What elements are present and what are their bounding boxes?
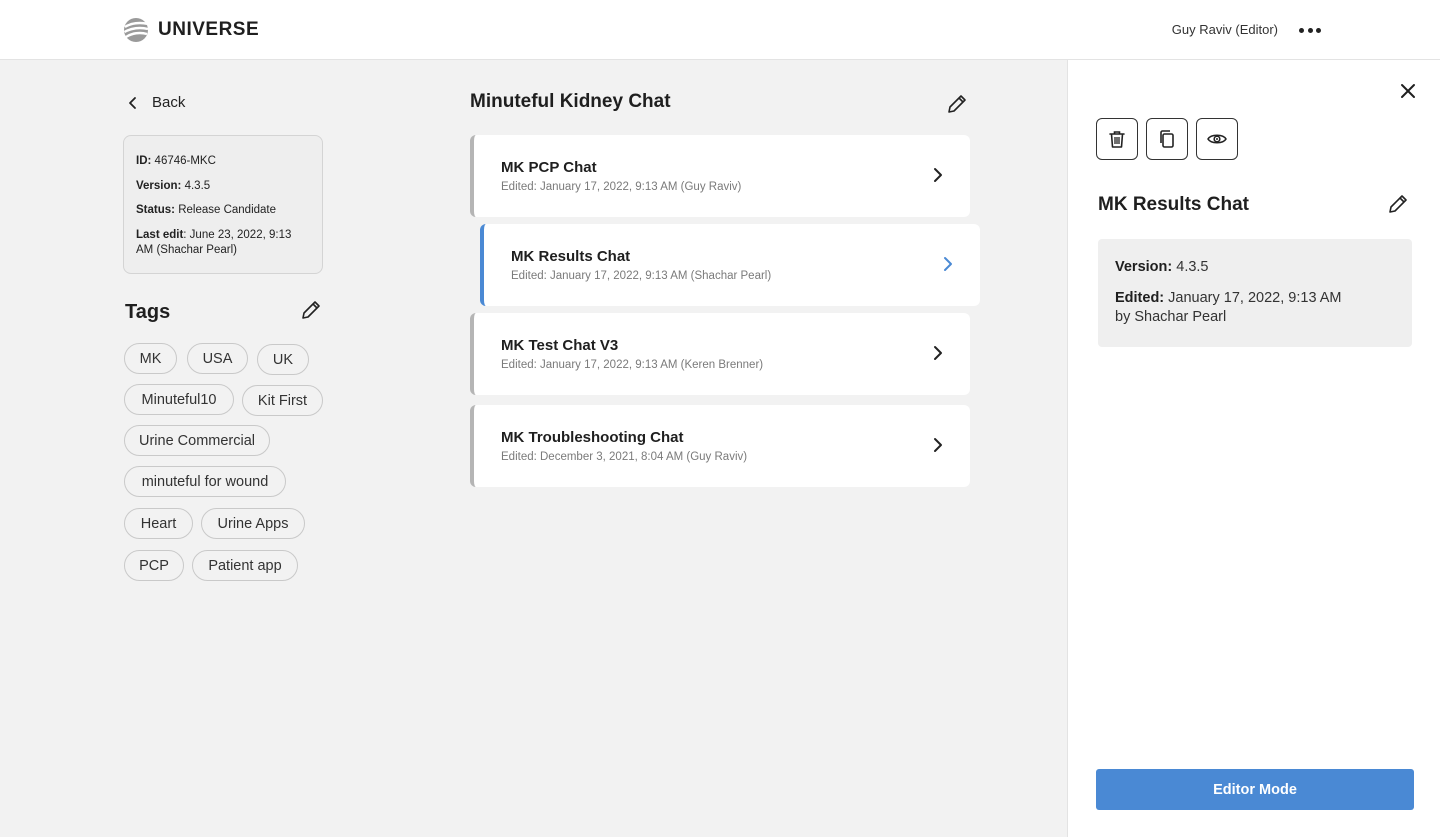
brand-name: UNIVERSE	[158, 19, 260, 40]
version-label: Version:	[136, 179, 182, 192]
pencil-icon[interactable]	[300, 299, 322, 321]
detail-edited: Edited: January 17, 2022, 9:13 AM by Sha…	[1115, 289, 1395, 327]
tag-chip[interactable]: MK	[124, 343, 177, 374]
chat-name: MK Test Chat V3	[501, 337, 619, 354]
tag-chip[interactable]: Minuteful10	[124, 384, 234, 415]
chat-name: MK Results Chat	[511, 248, 631, 265]
close-icon[interactable]	[1398, 81, 1418, 101]
current-user[interactable]: Guy Raviv (Editor)	[1172, 22, 1278, 37]
pencil-icon[interactable]	[946, 93, 968, 115]
tags-heading: Tags	[125, 301, 171, 323]
detail-version: Version: 4.3.5	[1115, 258, 1395, 277]
tag-chip[interactable]: Urine Commercial	[124, 425, 270, 456]
delete-button[interactable]	[1096, 118, 1138, 160]
universe-logo-icon	[123, 18, 149, 42]
chevron-right-icon	[934, 438, 942, 452]
top-bar: UNIVERSE Guy Raviv (Editor)	[0, 0, 1440, 60]
id-value: 46746-MKC	[154, 155, 216, 167]
status-label: Status:	[136, 204, 175, 216]
info-id: ID: 46746-MKC	[136, 154, 310, 169]
info-last-edit: Last edit: June 23, 2022, 9:13 AM (Shach…	[136, 228, 310, 258]
tag-chip[interactable]: Kit First	[242, 385, 323, 416]
chevron-right-icon	[934, 168, 942, 182]
tag-chip[interactable]: minuteful for wound	[124, 466, 286, 497]
editor-mode-button[interactable]: Editor Mode	[1096, 769, 1414, 810]
version-value: 4.3.5	[184, 179, 211, 192]
brand-logo[interactable]: UNIVERSE	[122, 16, 259, 44]
chat-edited-meta: Edited: January 17, 2022, 9:13 AM (Shach…	[511, 270, 772, 282]
chevron-right-icon	[944, 257, 952, 271]
dot	[1299, 27, 1304, 33]
chat-name: MK Troubleshooting Chat	[501, 429, 684, 446]
trash-icon	[1109, 131, 1125, 148]
copy-icon	[1160, 130, 1174, 148]
tag-chip[interactable]: Heart	[124, 508, 193, 539]
chat-edited-meta: Edited: January 17, 2022, 9:13 AM (Keren…	[501, 359, 764, 371]
dot	[1307, 27, 1313, 33]
panel-chat-title: MK Results Chat	[1098, 194, 1249, 215]
eye-icon	[1207, 134, 1227, 144]
detail-version-value: 4.3.5	[1176, 259, 1209, 275]
detail-edited-by: by Shachar Pearl	[1115, 309, 1227, 325]
detail-version-label: Version:	[1115, 259, 1173, 275]
pencil-icon[interactable]	[1387, 193, 1409, 215]
chat-edited-meta: Edited: January 17, 2022, 9:13 AM (Guy R…	[501, 181, 742, 193]
detail-edited-label: Edited:	[1115, 290, 1165, 306]
chat-detail-panel: MK Results Chat Version: 4.3.5 Edited: J…	[1067, 60, 1440, 837]
detail-edited-value: January 17, 2022, 9:13 AM	[1168, 290, 1342, 306]
preview-button[interactable]	[1196, 118, 1238, 160]
tag-chip[interactable]: UK	[257, 344, 309, 375]
back-button[interactable]: Back	[126, 94, 185, 111]
status-value: Release Candidate	[178, 204, 277, 216]
last-edit-label: Last edit	[136, 228, 184, 241]
tag-chip[interactable]: USA	[187, 343, 248, 374]
chevron-left-icon	[129, 96, 136, 109]
chat-card[interactable]: MK PCP Chat Edited: January 17, 2022, 9:…	[470, 135, 970, 217]
chat-card[interactable]: MK Test Chat V3 Edited: January 17, 2022…	[470, 313, 970, 395]
tag-chip[interactable]: PCP	[124, 550, 184, 581]
chevron-right-icon	[934, 346, 942, 360]
dot	[1316, 27, 1321, 33]
tag-chip[interactable]: Patient app	[192, 550, 298, 581]
chat-name: MK PCP Chat	[501, 159, 597, 176]
duplicate-button[interactable]	[1146, 118, 1188, 160]
info-status: Status: Release Candidate	[136, 203, 310, 218]
chat-card-selected[interactable]: MK Results Chat Edited: January 17, 2022…	[480, 224, 980, 306]
tag-chip[interactable]: Urine Apps	[201, 508, 305, 539]
flow-info-card: ID: 46746-MKC Version: 4.3.5 Status: Rel…	[123, 135, 323, 274]
chat-card[interactable]: MK Troubleshooting Chat Edited: December…	[470, 405, 970, 487]
info-version: Version: 4.3.5	[136, 179, 310, 194]
id-label: ID:	[136, 155, 152, 167]
flow-title: Minuteful Kidney Chat	[470, 91, 671, 112]
back-label: Back	[152, 94, 186, 111]
more-options-icon[interactable]	[1299, 20, 1321, 40]
chat-edited-meta: Edited: December 3, 2021, 8:04 AM (Guy R…	[501, 451, 748, 463]
chat-details-box: Version: 4.3.5 Edited: January 17, 2022,…	[1098, 239, 1412, 347]
